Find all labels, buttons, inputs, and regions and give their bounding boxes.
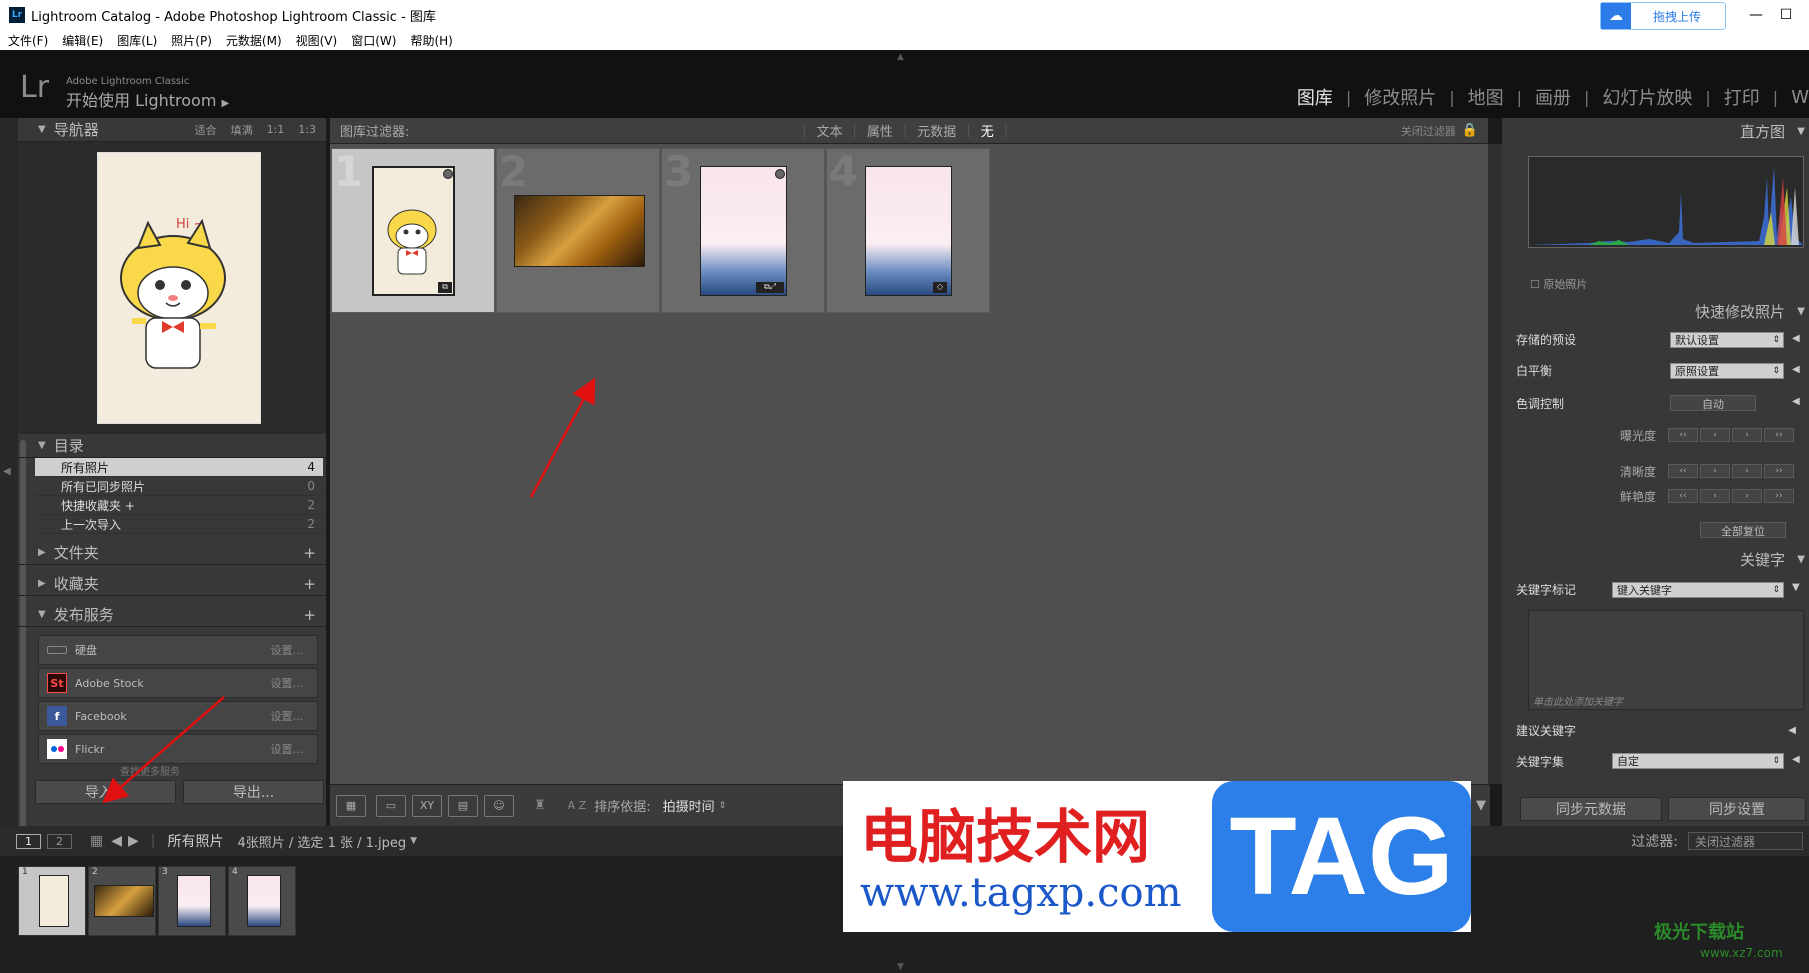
keyword-tags-select[interactable]: 键入关键字 ⇕ (1612, 582, 1784, 598)
histogram[interactable] (1528, 156, 1804, 248)
clarity-stepper: ‹‹ ‹ › ›› (1668, 464, 1796, 478)
panel-toggle-bottom-icon[interactable]: ▼ (897, 962, 904, 972)
grid-view-icon[interactable]: ▦ (336, 794, 366, 817)
toolbar-menu-icon[interactable]: ▼ (1476, 798, 1486, 813)
watermark-text: 电脑技术网 (860, 803, 1151, 871)
grid-icon[interactable]: ▦ (90, 833, 103, 849)
film-cell-2[interactable]: 2 (88, 866, 156, 936)
reset-all-button[interactable]: 全部复位 (1700, 522, 1786, 538)
film-cell-3[interactable]: 3 (158, 866, 226, 936)
keyword-tags-value: 键入关键字 (1617, 584, 1672, 597)
step-down-large[interactable]: ‹‹ (1668, 489, 1698, 503)
secondary-window-button[interactable]: 2 (47, 833, 72, 849)
site-watermark-url: www.xz7.com (1700, 946, 1783, 960)
original-photo-checkbox[interactable]: ☐ 原始照片 (1530, 276, 1587, 292)
expand-left-icon[interactable]: ◀ (1792, 396, 1800, 407)
clarity-label: 清晰度 (1620, 465, 1657, 479)
white-balance-select[interactable]: 原照设置 ⇕ (1670, 363, 1784, 379)
quick-develop-title: 快速修改照片 (1694, 302, 1785, 321)
step-down-large[interactable]: ‹‹ (1668, 464, 1698, 478)
film-thumb (39, 875, 69, 927)
keyword-set-select[interactable]: 自定 ⇕ (1612, 753, 1784, 769)
exposure-label: 曝光度 (1620, 429, 1657, 443)
film-thumb (94, 885, 154, 917)
keyword-set-label: 关键字集 (1516, 754, 1565, 769)
step-down-large[interactable]: ‹‹ (1668, 428, 1698, 442)
keyword-set-value: 自定 (1617, 755, 1639, 768)
collapse-triangle-icon: ▼ (1797, 125, 1805, 137)
saved-preset-label: 存储的预设 (1516, 332, 1577, 347)
film-number: 2 (92, 867, 98, 877)
vibrance-stepper: ‹‹ ‹ › ›› (1668, 489, 1796, 503)
keyword-hint: 单击此处添加关键字 (1533, 697, 1623, 708)
film-number: 1 (22, 867, 28, 877)
expand-left-icon[interactable]: ◀ (1792, 333, 1800, 344)
step-up-large[interactable]: ›› (1764, 464, 1794, 478)
keywording-header[interactable]: 关键字 ▼ (1502, 546, 1809, 572)
histogram-title: 直方图 (1739, 122, 1785, 141)
sort-value[interactable]: 拍摄时间 (663, 796, 715, 815)
step-up[interactable]: › (1732, 489, 1762, 503)
arrow-to-import (102, 696, 225, 804)
loupe-view-icon[interactable]: ▭ (376, 794, 406, 817)
white-balance-label: 白平衡 (1516, 363, 1553, 378)
film-thumb (247, 875, 281, 927)
step-up-large[interactable]: ›› (1764, 489, 1794, 503)
white-balance-value: 原照设置 (1675, 365, 1719, 378)
sort-dropdown-icon[interactable]: ⇕ (719, 801, 727, 811)
step-down[interactable]: ‹ (1700, 489, 1730, 503)
expand-left-icon[interactable]: ◀ (1792, 364, 1800, 375)
collapse-triangle-icon: ▼ (1797, 553, 1805, 565)
compare-view-icon[interactable]: XY (412, 794, 442, 817)
back-arrow-icon[interactable]: ◀ (111, 833, 122, 849)
filter-value: 关闭过滤器 (1695, 834, 1756, 849)
histogram-header[interactable]: 直方图 ▼ (1502, 118, 1809, 144)
sync-settings-button[interactable]: 同步设置 (1668, 797, 1806, 821)
tone-control-label: 色调控制 (1516, 396, 1565, 411)
collapse-triangle-icon: ▼ (1797, 305, 1805, 317)
step-up-large[interactable]: ›› (1764, 428, 1794, 442)
saved-preset-value: 默认设置 (1675, 334, 1719, 347)
step-down[interactable]: ‹ (1700, 428, 1730, 442)
primary-window-button[interactable]: 1 (16, 833, 41, 849)
keywording-title: 关键字 (1739, 550, 1785, 569)
step-up[interactable]: › (1732, 464, 1762, 478)
film-cell-4[interactable]: 4 (228, 866, 296, 936)
people-view-icon[interactable]: ☺ (484, 794, 514, 817)
suggested-keywords-label: 建议关键字 (1516, 723, 1577, 738)
watermark-url: www.tagxp.com (860, 870, 1182, 916)
quick-develop-header[interactable]: 快速修改照片 ▼ (1502, 298, 1809, 324)
survey-view-icon[interactable]: ▤ (448, 794, 478, 817)
sort-direction-icon[interactable]: A Z (568, 799, 587, 812)
film-thumb (177, 875, 211, 927)
site-watermark: 极光下载站 (1654, 922, 1744, 943)
vibrance-label: 鲜艳度 (1620, 490, 1657, 504)
sort-label: 排序依据: (594, 800, 651, 815)
suggested-keywords-row[interactable]: 建议关键字 ◀ (1516, 717, 1796, 743)
exposure-stepper: ‹‹ ‹ › ›› (1668, 428, 1796, 442)
painter-icon[interactable]: ♜ (534, 798, 546, 813)
keyword-entry-area[interactable]: 单击此处添加关键字 (1528, 610, 1804, 710)
filmstrip-info: 4张照片 / 选定 1 张 / 1.jpeg (237, 835, 407, 851)
film-cell-1[interactable]: 1 (18, 866, 86, 936)
saved-preset-select[interactable]: 默认设置 ⇕ (1670, 332, 1784, 348)
arrow-to-grid (529, 377, 596, 498)
original-photo-label: 原始照片 (1543, 278, 1588, 291)
expand-left-icon: ◀ (1788, 724, 1796, 736)
auto-tone-button[interactable]: 自动 (1670, 395, 1756, 411)
source-dropdown-icon[interactable]: ▼ (410, 836, 417, 846)
keyword-tags-label: 关键字标记 (1516, 582, 1577, 597)
filmstrip-source[interactable]: 所有照片 (168, 831, 224, 851)
film-number: 4 (232, 867, 238, 877)
expand-left-icon[interactable]: ◀ (1792, 754, 1800, 765)
sync-metadata-button[interactable]: 同步元数据 (1520, 797, 1662, 821)
watermark-tag-logo: TAG (1212, 781, 1471, 932)
forward-arrow-icon[interactable]: ▶ (128, 833, 139, 849)
step-up[interactable]: › (1732, 428, 1762, 442)
film-number: 3 (162, 867, 168, 877)
filter-select[interactable]: 关闭过滤器 (1688, 832, 1803, 850)
expand-down-icon[interactable]: ▼ (1792, 582, 1800, 593)
filter-label: 过滤器: (1631, 834, 1678, 850)
step-down[interactable]: ‹ (1700, 464, 1730, 478)
